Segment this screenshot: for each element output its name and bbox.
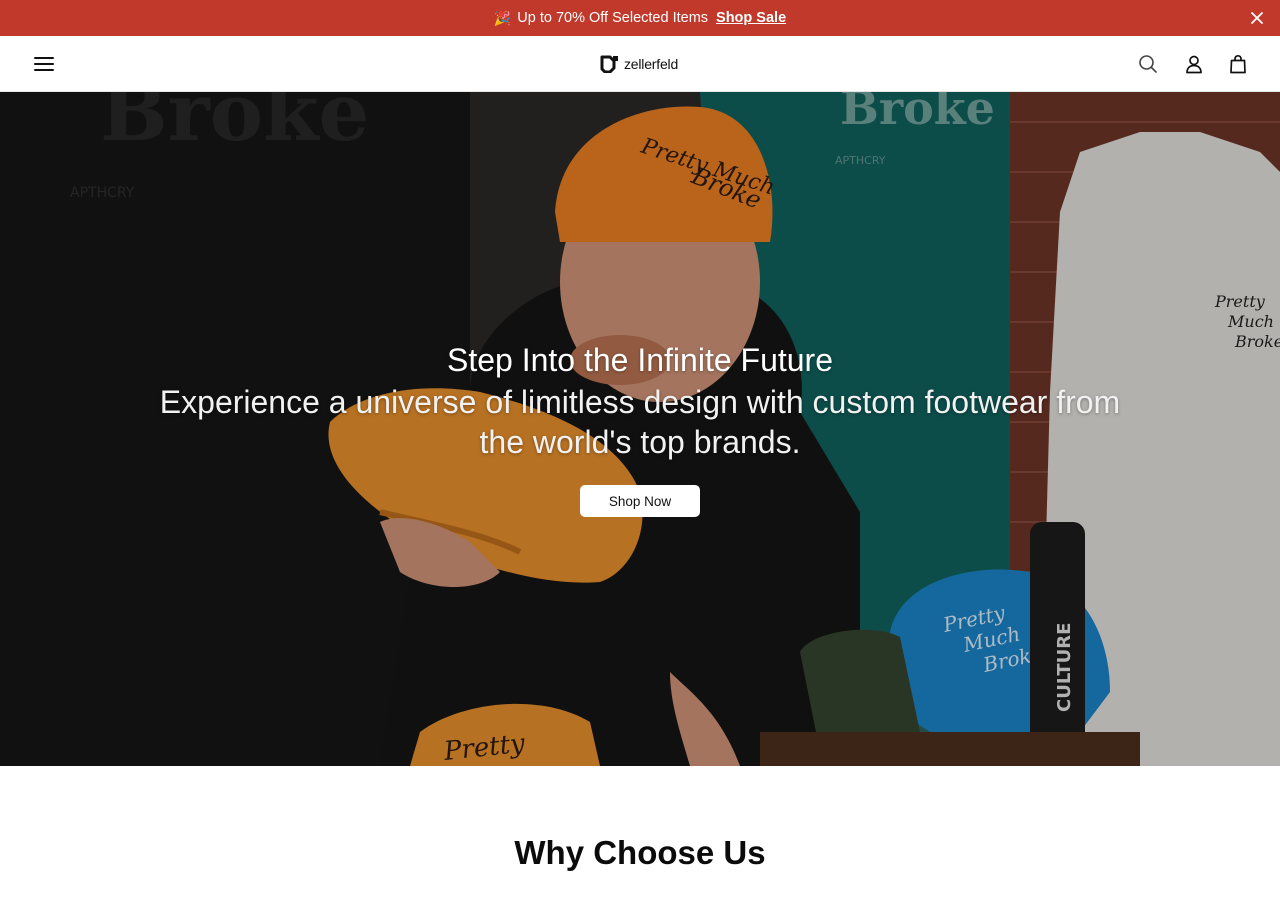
site-header: zellerfeld xyxy=(0,36,1280,92)
announcement-message: Up to 70% Off Selected Items xyxy=(517,10,709,26)
section-title: Why Choose Us xyxy=(514,834,766,871)
search-icon[interactable] xyxy=(1136,52,1160,76)
shop-sale-link[interactable]: Shop Sale xyxy=(716,10,786,26)
logo-mark-icon xyxy=(600,55,618,73)
hero-subline: Experience a universe of limitless desig… xyxy=(159,384,1121,460)
party-icon: 🎉 xyxy=(493,9,512,26)
account-icon[interactable] xyxy=(1182,52,1206,76)
logo-wordmark: zellerfeld xyxy=(624,56,679,72)
announcement-bar: 🎉 Up to 70% Off Selected Items Shop Sale xyxy=(0,0,1280,36)
close-icon[interactable] xyxy=(1248,9,1266,27)
hero-banner: Broke APTHCRY Broke APTHCRY Pretty Much … xyxy=(0,92,1280,766)
bag-icon[interactable] xyxy=(1226,52,1250,76)
brand-logo[interactable]: zellerfeld xyxy=(600,53,678,75)
menu-icon[interactable] xyxy=(31,51,57,77)
shop-now-button[interactable]: Shop Now xyxy=(580,485,700,517)
hero-headline: Step Into the Infinite Future xyxy=(446,342,833,378)
